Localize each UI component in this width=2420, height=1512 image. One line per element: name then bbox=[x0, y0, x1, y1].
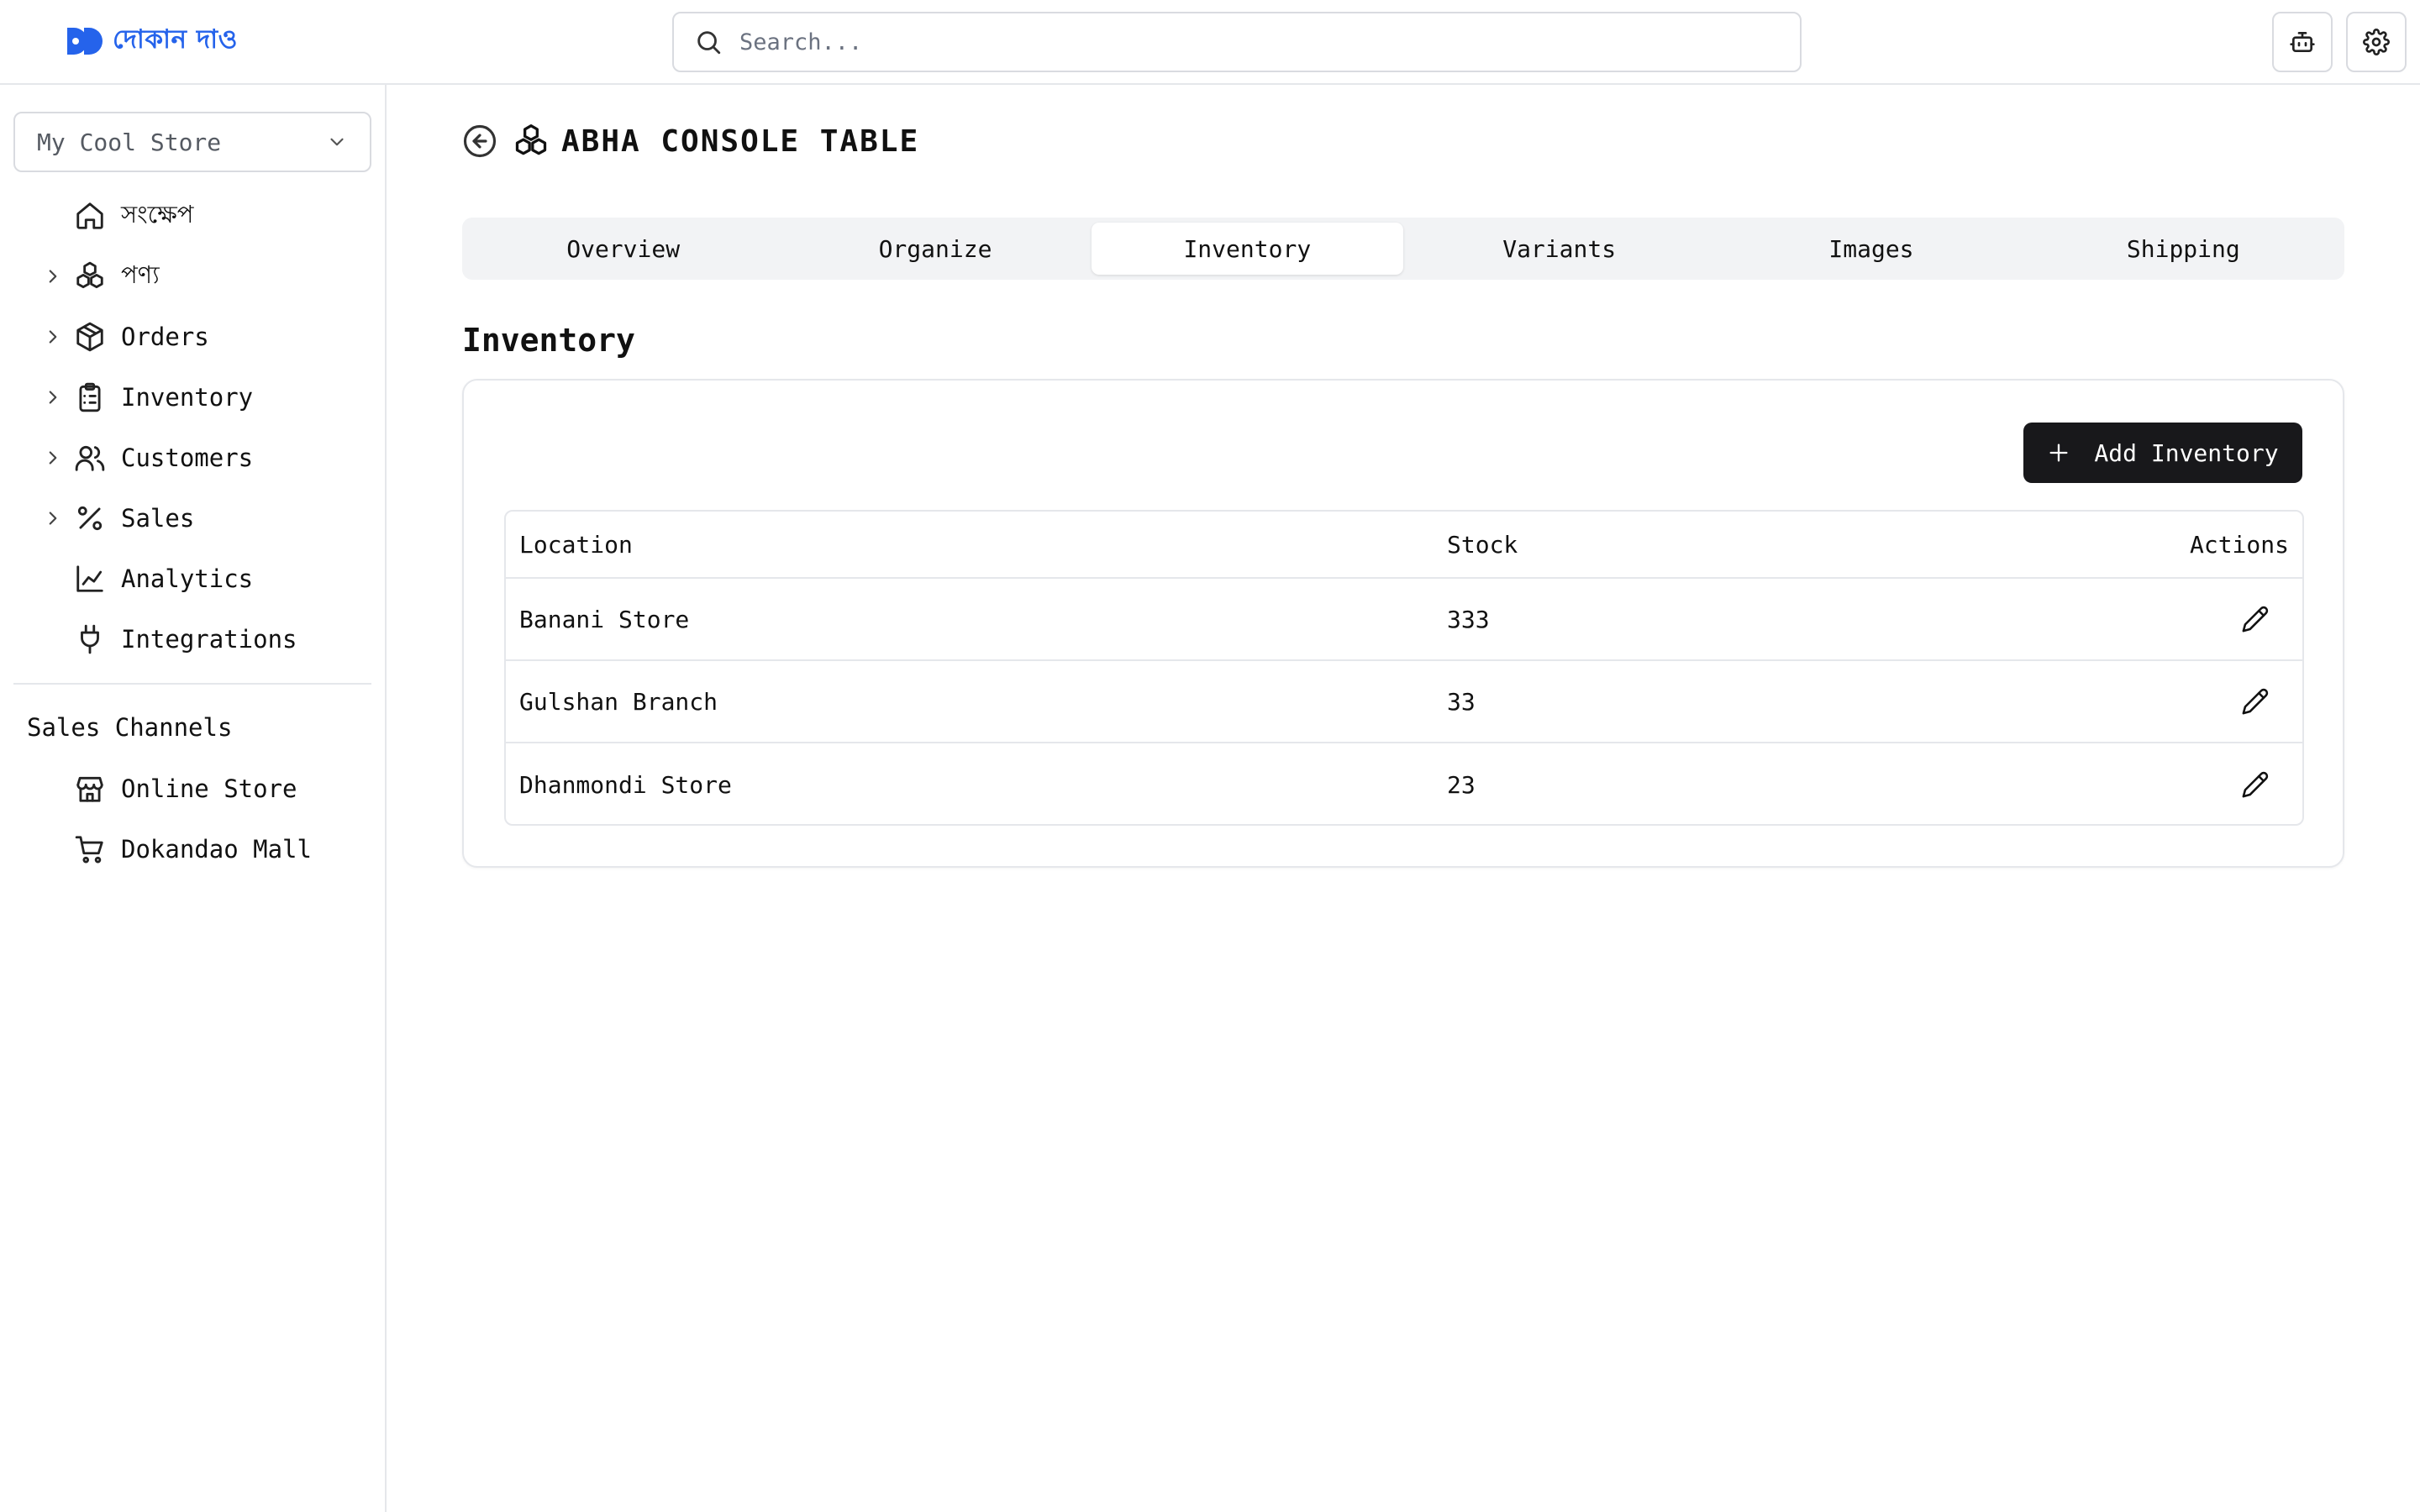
store-selector-value: My Cool Store bbox=[37, 128, 222, 156]
plus-icon bbox=[2049, 444, 2068, 462]
line-chart-icon bbox=[76, 565, 103, 592]
top-header: দোকান দাও bbox=[0, 0, 2420, 85]
shopping-cart-icon bbox=[75, 836, 103, 864]
sidebar-divider bbox=[13, 683, 371, 685]
store-selector[interactable]: My Cool Store bbox=[13, 112, 371, 172]
chevron-right-icon[interactable] bbox=[42, 386, 64, 408]
actions-cell bbox=[2232, 661, 2289, 742]
stock-cell: 33 bbox=[1447, 687, 1476, 716]
product-tabs: Overview Organize Inventory Variants Ima… bbox=[462, 218, 2344, 280]
table-row: Banani Store 333 bbox=[506, 579, 2302, 661]
sidebar-item-label: Customers bbox=[121, 444, 254, 472]
sidebar-item-label: পণ্য bbox=[121, 260, 160, 289]
column-header-actions: Actions bbox=[2189, 530, 2289, 559]
sidebar-item-customers[interactable]: Customers bbox=[0, 428, 387, 488]
sidebar-item-label: Online Store bbox=[121, 774, 297, 803]
location-cell: Banani Store bbox=[519, 605, 690, 633]
plug-icon bbox=[81, 624, 99, 654]
sidebar-item-label: Dokandao Mall bbox=[121, 835, 312, 864]
location-cell: Dhanmondi Store bbox=[519, 770, 732, 799]
table-header-row: Location Stock Actions bbox=[506, 512, 2302, 579]
main-content: ABHA CONSOLE TABLE Overview Organize Inv… bbox=[388, 85, 2420, 1512]
brand-name: দোকান দাও bbox=[113, 24, 238, 55]
sales-channels-title: Sales Channels bbox=[27, 713, 233, 742]
table-row: Dhanmondi Store 23 bbox=[506, 743, 2302, 824]
chevron-down-icon bbox=[330, 138, 344, 146]
chevron-right-icon[interactable] bbox=[42, 326, 64, 348]
pencil-icon bbox=[2242, 771, 2269, 798]
edit-button[interactable] bbox=[2232, 596, 2279, 643]
tab-overview[interactable]: Overview bbox=[467, 223, 779, 275]
pencil-icon bbox=[2242, 688, 2269, 715]
add-inventory-button[interactable]: Add Inventory bbox=[2023, 423, 2302, 483]
page-header: ABHA CONSOLE TABLE bbox=[462, 120, 919, 162]
sidebar-item-label: Integrations bbox=[121, 625, 297, 654]
edit-button[interactable] bbox=[2232, 678, 2279, 725]
logo-mark-icon bbox=[67, 28, 103, 55]
search-bar[interactable] bbox=[672, 12, 1802, 72]
actions-cell bbox=[2232, 743, 2289, 824]
tab-variants[interactable]: Variants bbox=[1403, 223, 1715, 275]
chevron-right-icon[interactable] bbox=[42, 265, 64, 287]
sidebar-item-overview[interactable]: সংক্ষেপ bbox=[0, 186, 387, 246]
tab-organize[interactable]: Organize bbox=[779, 223, 1091, 275]
brand-logo[interactable]: দোকান দাও bbox=[66, 24, 238, 59]
pencil-icon bbox=[2242, 606, 2269, 633]
sidebar-item-integrations[interactable]: Integrations bbox=[0, 609, 387, 669]
actions-cell bbox=[2232, 579, 2289, 659]
boxes-icon bbox=[76, 261, 103, 289]
section-title: Inventory bbox=[462, 322, 635, 359]
tab-inventory[interactable]: Inventory bbox=[1091, 223, 1403, 275]
assistant-button[interactable] bbox=[2272, 12, 2333, 72]
location-cell: Gulshan Branch bbox=[519, 687, 718, 716]
inventory-table: Location Stock Actions Banani Store 333 … bbox=[504, 510, 2304, 826]
sales-channels-list: Online Store Dokandao Mall bbox=[0, 759, 387, 879]
inventory-card: Add Inventory Location Stock Actions Ban… bbox=[462, 379, 2344, 868]
stock-cell: 23 bbox=[1447, 770, 1476, 799]
page-title: ABHA CONSOLE TABLE bbox=[561, 123, 920, 159]
sidebar: My Cool Store সংক্ষেপ পণ্য Orders Invent… bbox=[0, 85, 387, 1512]
search-icon bbox=[697, 31, 721, 55]
back-arrow-icon[interactable] bbox=[462, 123, 497, 159]
sidebar-item-label: Inventory bbox=[121, 383, 254, 412]
sidebar-item-inventory[interactable]: Inventory bbox=[0, 367, 387, 428]
sidebar-item-products[interactable]: পণ্য bbox=[0, 246, 387, 307]
sidebar-item-label: Analytics bbox=[121, 564, 254, 593]
column-header-location: Location bbox=[519, 530, 633, 559]
chevron-right-icon[interactable] bbox=[42, 447, 64, 469]
bot-icon bbox=[2290, 32, 2315, 52]
sidebar-item-sales[interactable]: Sales bbox=[0, 488, 387, 549]
stock-cell: 333 bbox=[1447, 605, 1490, 633]
tab-shipping[interactable]: Shipping bbox=[2028, 223, 2339, 275]
package-icon bbox=[76, 322, 103, 352]
users-icon bbox=[75, 445, 105, 471]
tab-images[interactable]: Images bbox=[1715, 223, 2027, 275]
sidebar-item-label: Orders bbox=[121, 323, 209, 351]
percent-icon bbox=[77, 506, 103, 531]
home-icon bbox=[76, 202, 103, 229]
boxes-icon bbox=[515, 124, 547, 155]
sidebar-nav: সংক্ষেপ পণ্য Orders Inventory Customers bbox=[0, 186, 387, 669]
sidebar-item-analytics[interactable]: Analytics bbox=[0, 549, 387, 609]
settings-button[interactable] bbox=[2346, 12, 2407, 72]
table-row: Gulshan Branch 33 bbox=[506, 661, 2302, 743]
sidebar-item-dokandao-mall[interactable]: Dokandao Mall bbox=[0, 819, 387, 879]
add-inventory-label: Add Inventory bbox=[2094, 438, 2279, 467]
sidebar-item-label: Sales bbox=[121, 504, 195, 533]
edit-button[interactable] bbox=[2232, 761, 2279, 808]
sidebar-item-label: সংক্ষেপ bbox=[121, 199, 194, 228]
chevron-right-icon[interactable] bbox=[42, 507, 64, 529]
gear-icon bbox=[2363, 29, 2390, 55]
search-input[interactable] bbox=[739, 29, 1748, 55]
store-icon bbox=[76, 776, 103, 802]
sidebar-item-orders[interactable]: Orders bbox=[0, 307, 387, 367]
clipboard-list-icon bbox=[79, 382, 101, 412]
column-header-stock: Stock bbox=[1447, 530, 1518, 559]
sidebar-item-online-store[interactable]: Online Store bbox=[0, 759, 387, 819]
